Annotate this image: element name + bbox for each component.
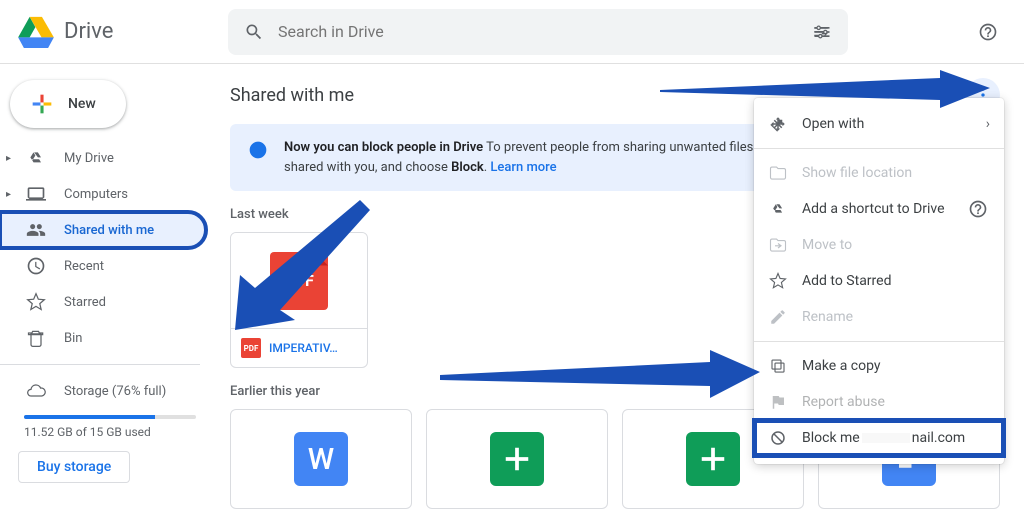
- folder-icon: [768, 164, 788, 182]
- storage-label: Storage (76% full): [64, 384, 166, 399]
- cm-block-user[interactable]: Block menail.com: [754, 420, 1004, 456]
- nav-label: Recent: [64, 259, 104, 274]
- section-label: Last week: [230, 207, 289, 222]
- cm-label: Add to Starred: [802, 273, 891, 289]
- cm-label: Move to: [802, 237, 852, 253]
- drive-logo-icon: [16, 12, 56, 52]
- context-menu: Open with › Show file location Add a sho…: [754, 98, 1004, 464]
- cm-make-copy[interactable]: Make a copy: [754, 348, 1004, 384]
- new-button-label: New: [68, 96, 96, 112]
- header: Drive: [0, 0, 1024, 64]
- file-name: IMPERATIV…: [269, 341, 338, 355]
- cm-divider: [754, 148, 1004, 149]
- word-icon: W: [294, 432, 348, 486]
- expand-icon[interactable]: ▸: [6, 153, 11, 164]
- banner-bold: Now you can block people in Drive: [284, 140, 483, 155]
- sidebar-item-my-drive[interactable]: ▸ My Drive: [0, 140, 206, 176]
- sidebar-item-bin[interactable]: Bin: [0, 320, 206, 356]
- cm-divider: [754, 341, 1004, 342]
- star-icon: [24, 290, 48, 314]
- sheets-icon: [686, 432, 740, 486]
- my-drive-icon: [24, 146, 48, 170]
- block-icon: [768, 429, 788, 447]
- search-options-icon[interactable]: [810, 20, 834, 44]
- help-button[interactable]: [968, 12, 1008, 52]
- nav-label: Starred: [64, 295, 106, 310]
- storage-used-text: 11.52 GB of 15 GB used: [0, 423, 220, 441]
- expand-icon[interactable]: ▸: [6, 189, 11, 200]
- sidebar-item-starred[interactable]: Starred: [0, 284, 206, 320]
- recent-icon: [24, 254, 48, 278]
- sidebar: New ▸ My Drive ▸ Computers Shared with m…: [0, 64, 220, 517]
- cm-rename: Rename: [754, 299, 1004, 335]
- cm-add-starred[interactable]: Add to Starred: [754, 263, 1004, 299]
- app-title: Drive: [64, 19, 113, 44]
- search-icon: [242, 20, 266, 44]
- plus-icon: [28, 90, 56, 118]
- file-card-doc-w[interactable]: W: [230, 409, 412, 509]
- cm-move-to: Move to: [754, 227, 1004, 263]
- shortcut-icon: [768, 200, 788, 218]
- nav-label: Bin: [64, 331, 82, 346]
- cm-label: Report abuse: [802, 394, 885, 410]
- open-with-icon: [768, 115, 788, 133]
- file-card-sheet-1[interactable]: [426, 409, 608, 509]
- sidebar-item-recent[interactable]: Recent: [0, 248, 206, 284]
- shared-icon: [24, 218, 48, 242]
- cm-label: Rename: [802, 309, 853, 325]
- bin-icon: [24, 326, 48, 350]
- cm-open-with[interactable]: Open with ›: [754, 106, 1004, 142]
- cm-report-abuse[interactable]: Report abuse: [754, 384, 1004, 420]
- page-title: Shared with me: [230, 85, 354, 106]
- sidebar-divider: [0, 364, 200, 365]
- cm-label: Open with: [802, 116, 864, 132]
- header-actions: [968, 12, 1008, 52]
- block-icon: [246, 138, 270, 162]
- new-button[interactable]: New: [10, 80, 126, 128]
- sidebar-item-computers[interactable]: ▸ Computers: [0, 176, 206, 212]
- cm-show-location: Show file location: [754, 155, 1004, 191]
- file-thumbnail: PDF: [231, 233, 367, 329]
- rename-icon: [768, 308, 788, 326]
- storage-bar: [24, 415, 196, 419]
- help-icon: [976, 20, 1000, 44]
- flag-icon: [768, 393, 788, 411]
- logo-area[interactable]: Drive: [16, 12, 216, 52]
- search-bar[interactable]: [228, 9, 848, 55]
- learn-more-link[interactable]: Learn more: [490, 160, 556, 175]
- pdf-badge-icon: PDF: [241, 338, 261, 358]
- section-label: Earlier this year: [230, 384, 320, 399]
- cm-label: Show file location: [802, 165, 912, 181]
- nav-label: Shared with me: [64, 223, 154, 238]
- cloud-icon: [24, 379, 48, 403]
- sidebar-item-shared-with-me[interactable]: Shared with me: [0, 212, 206, 248]
- cm-label: Add a shortcut to Drive: [802, 201, 945, 217]
- chevron-right-icon: ›: [986, 116, 990, 132]
- copy-icon: [768, 357, 788, 375]
- search-input[interactable]: [278, 22, 798, 41]
- nav-label: Computers: [64, 187, 128, 202]
- star-icon: [768, 272, 788, 290]
- cm-label: Block menail.com: [802, 430, 965, 446]
- sheets-icon: [490, 432, 544, 486]
- nav-label: My Drive: [64, 151, 114, 166]
- sidebar-item-storage[interactable]: Storage (76% full): [0, 373, 206, 409]
- move-icon: [768, 236, 788, 254]
- cm-label: Make a copy: [802, 358, 881, 374]
- file-meta: PDF IMPERATIV…: [231, 329, 367, 367]
- buy-storage-button[interactable]: Buy storage: [18, 451, 130, 483]
- help-icon[interactable]: [966, 197, 990, 221]
- pdf-icon: PDF: [270, 252, 328, 310]
- computers-icon: [24, 182, 48, 206]
- cm-add-shortcut[interactable]: Add a shortcut to Drive: [754, 191, 1004, 227]
- banner-bold2: Block: [451, 160, 484, 175]
- file-card-pdf[interactable]: PDF PDF IMPERATIV…: [230, 232, 368, 368]
